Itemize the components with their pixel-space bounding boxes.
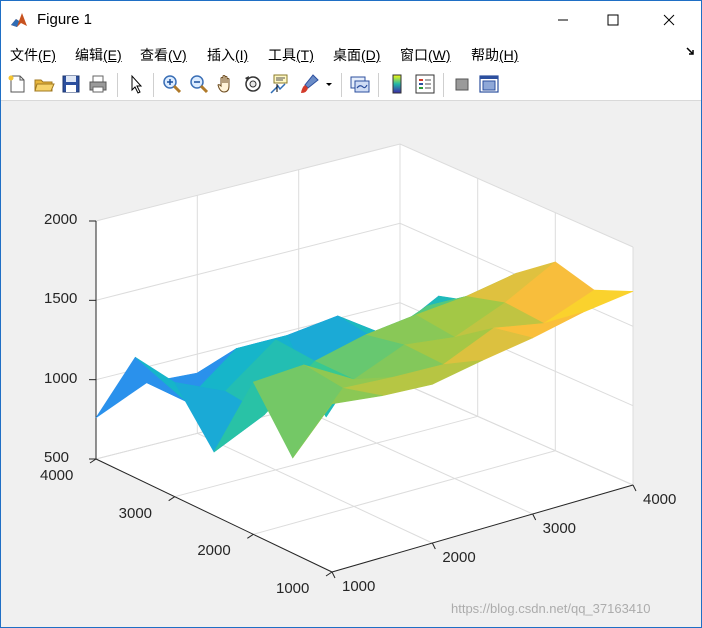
y-tick-label: 1000 xyxy=(276,580,310,597)
surface-plot[interactable] xyxy=(1,1,701,627)
z-tick-label: 2000 xyxy=(44,211,78,228)
x-tick-label: 4000 xyxy=(643,491,677,508)
x-tick-mark xyxy=(431,542,436,550)
y-tick-label: 2000 xyxy=(197,542,231,560)
watermark: https://blog.csdn.net/qq_37163410 xyxy=(451,601,651,616)
x-tick-mark xyxy=(331,571,336,579)
figure-window: Figure 1 文件(F) 编辑(E) 查看(V) 插入(I) 工具(T) 桌… xyxy=(0,0,702,628)
y-tick-mark xyxy=(325,571,333,577)
x-tick-label: 1000 xyxy=(342,578,376,595)
z-tick-label: 1500 xyxy=(44,290,78,308)
y-tick-mark xyxy=(247,533,254,539)
y-tick-label: 4000 xyxy=(40,467,74,484)
x-tick-mark xyxy=(632,484,637,492)
x-tick-mark xyxy=(532,513,537,521)
x-tick-label: 3000 xyxy=(542,520,577,537)
y-tick-label: 3000 xyxy=(118,504,153,522)
z-tick-label: 1000 xyxy=(44,369,78,387)
y-tick-mark xyxy=(168,496,175,502)
y-tick-mark xyxy=(89,458,97,464)
z-tick-label: 500 xyxy=(44,449,70,466)
x-tick-label: 2000 xyxy=(442,549,476,566)
